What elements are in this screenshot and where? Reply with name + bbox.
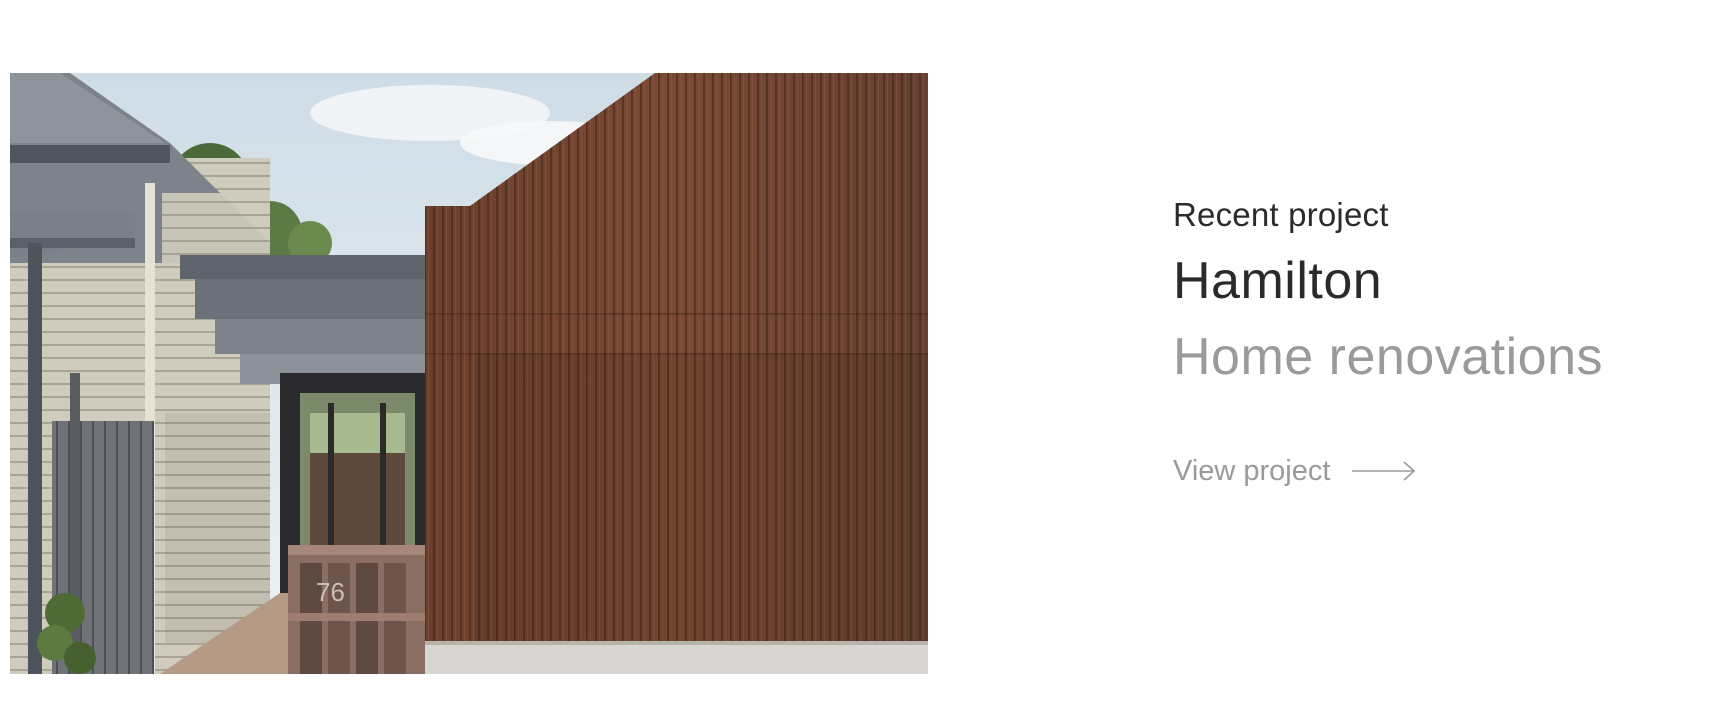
section-eyebrow: Recent project — [1173, 196, 1389, 233]
view-project-link[interactable]: View project — [1173, 453, 1416, 489]
house-number: 76 — [316, 577, 345, 607]
view-project-label: View project — [1173, 455, 1331, 487]
arrow-right-icon — [1352, 459, 1416, 483]
project-info: Recent project Hamilton Home renovations… — [1173, 195, 1693, 489]
project-subtitle: Home renovations — [1173, 328, 1603, 386]
project-photo: 76 — [10, 73, 928, 674]
project-title: Hamilton — [1173, 252, 1383, 310]
